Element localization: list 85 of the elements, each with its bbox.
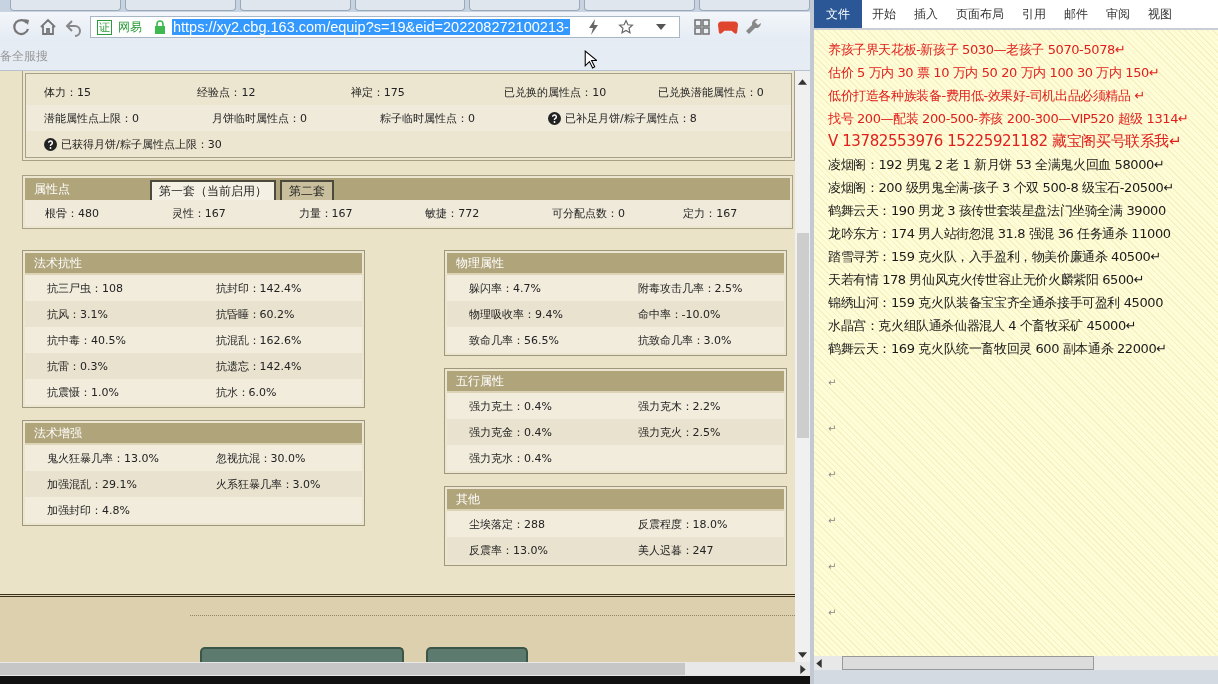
panel-title: 其他 [455, 490, 480, 508]
stat-text: 抗混乱：162.6% [214, 332, 303, 348]
stat-text: 已兑换潜能属性点：0 [657, 84, 764, 100]
stat-text: 反震率：13.0% [468, 542, 549, 558]
paragraph-mark: ↵ [828, 514, 838, 528]
stat-text: 美人迟暮：247 [636, 542, 715, 558]
stat-text: 抗致命几率：3.0% [636, 332, 733, 348]
stat-text: 抗封印：142.4% [214, 280, 303, 296]
stat-text: 可分配点数：0 [551, 205, 627, 221]
document-line: 养孩子界天花板-新孩子 5030—老孩子 5070-5078↵ [828, 41, 1127, 59]
stat-text: 敏捷：772 [424, 205, 481, 221]
document-line: 凌烟阁：192 男鬼 2 老 1 新月饼 53 全满鬼火回血 58000↵ [828, 156, 1166, 174]
document-line: 凌烟阁：200 级男鬼全满-孩子 3 个双 500-8 级宝石-20500↵ [828, 179, 1175, 197]
document-line: 踏雪寻芳：159 克火队，入手盈利，物美价廉通杀 40500↵ [828, 248, 1162, 266]
document-line: 鹤舞云天：169 克火队统一畜牧回灵 600 副本通杀 22000↵ [828, 340, 1168, 358]
certificate-badge: 证 [97, 19, 112, 35]
stat-text: 强力克金：0.4% [468, 424, 553, 440]
stat-text: 火系狂暴几率：3.0% [214, 476, 322, 492]
panel-title: 属性点 [33, 180, 71, 198]
stat-text: 命中率：-10.0% [636, 306, 722, 322]
stat-text: 强力克水：0.4% [468, 450, 553, 466]
stat-text: 躲闪率：4.7% [468, 280, 542, 296]
paragraph-mark: ↵ [828, 606, 838, 620]
stat-text: 鬼火狂暴几率：13.0% [46, 450, 160, 466]
stat-text: 体力：15 [44, 84, 91, 100]
stat-text: 粽子临时属性点：0 [380, 110, 475, 126]
stat-text: 抗昏睡：60.2% [214, 306, 296, 322]
stat-text: 忽视抗混：30.0% [214, 450, 307, 466]
stat-text: 物理吸收率：9.4% [468, 306, 564, 322]
paragraph-mark: ↵ [828, 422, 838, 436]
document-line: 估价 5 万内 30 票 10 万内 50 20 万内 100 30 万内 150↵ [828, 64, 1161, 82]
stat-text: 强力克土：0.4% [468, 398, 553, 414]
ribbon-tab[interactable]: 引用 [1014, 0, 1054, 28]
ribbon-tab[interactable]: 邮件 [1056, 0, 1096, 28]
site-name: 网易 [118, 18, 142, 36]
stat-text: 灵性：167 [170, 205, 227, 221]
stat-text: 已补足月饼/粽子属性点：8 [565, 110, 697, 126]
set-tab[interactable]: 第一套（当前启用） [150, 180, 276, 200]
panel-title: 五行属性 [455, 372, 504, 390]
stat-text: 强力克火：2.5% [636, 424, 722, 440]
address-bar[interactable]: 证 网易 https://xy2.cbg.163.com/equip?s=19&eid=202208272100213- [90, 16, 680, 38]
paragraph-mark: ↵ [828, 560, 838, 574]
stat-text: 月饼临时属性点：0 [212, 110, 307, 126]
stat-text: 尘埃落定：288 [468, 516, 546, 532]
document-line: 水晶宫：克火组队通杀仙器混人 4 个畜牧采矿 45000↵ [828, 317, 1138, 335]
stat-text: 力量：167 [297, 205, 354, 221]
paragraph-mark: ↵ [828, 376, 838, 390]
stat-text: 抗风：3.1% [46, 306, 109, 322]
stat-text: 抗三尸虫：108 [46, 280, 124, 296]
stat-text: 抗水：6.0% [214, 384, 278, 400]
document-line: 找号 200—配装 200-500-养孩 200-300—VIP520 超级 1314↵ [828, 110, 1190, 128]
stat-text: 反震程度：18.0% [636, 516, 729, 532]
stat-text: 抗中毒：40.5% [46, 332, 127, 348]
set-tab[interactable]: 第二套 [280, 180, 334, 200]
stat-text: 抗雷：0.3% [46, 358, 109, 374]
panel-title: 法术增强 [33, 424, 82, 442]
stat-text: 已获得月饼/粽子属性点上限：30 [61, 136, 222, 152]
stat-text: 根骨：480 [44, 205, 100, 221]
stat-text: 经验点：12 [197, 84, 256, 100]
stat-text: 加强封印：4.8% [46, 502, 131, 518]
stat-text: 抗遗忘：142.4% [214, 358, 303, 374]
panel-title: 物理属性 [455, 254, 504, 272]
document-line: 天若有情 178 男仙风克火传世容止无价火麟紫阳 6500↵ [828, 271, 1146, 289]
stat-text: 附毒攻击几率：2.5% [636, 280, 744, 296]
document-line: V 13782553976 15225921182 藏宝阁买号联系我↵ [828, 131, 1183, 152]
stat-text: 强力克木：2.2% [636, 398, 722, 414]
stat-text: 致命几率：56.5% [468, 332, 560, 348]
document-line: 锦绣山河：159 克火队装备宝宝齐全通杀接手可盈利 45000 [828, 294, 1165, 312]
stat-text: 禅定：175 [350, 84, 405, 100]
ribbon-tab[interactable]: 视图 [1140, 0, 1180, 28]
stat-text: 抗震慑：1.0% [46, 384, 120, 400]
ribbon-tab[interactable]: 插入 [906, 0, 946, 28]
ribbon-tab[interactable]: 文件 [814, 0, 862, 28]
panel-title: 法术抗性 [33, 254, 82, 272]
paragraph-mark: ↵ [828, 468, 838, 482]
document-line: 龙吟东方：174 男人站街忽混 31.8 强混 36 任务通杀 11000 [828, 225, 1172, 243]
document-line: 低价打造各种族装备-费用低-效果好-司机出品必须精品 ↵ [828, 87, 1146, 105]
ribbon-tab[interactable]: 审阅 [1098, 0, 1138, 28]
stat-text: 潜能属性点上限：0 [44, 110, 139, 126]
stat-text: 加强混乱：29.1% [46, 476, 138, 492]
stat-text: 定力：167 [682, 205, 739, 221]
document-line: 鹤舞云天：190 男龙 3 孩传世套装星盘法门坐骑全满 39000 [828, 202, 1167, 220]
ribbon-tab[interactable]: 开始 [864, 0, 904, 28]
stat-text: 已兑换的属性点：10 [504, 84, 607, 100]
ribbon-tab[interactable]: 页面布局 [948, 0, 1012, 28]
